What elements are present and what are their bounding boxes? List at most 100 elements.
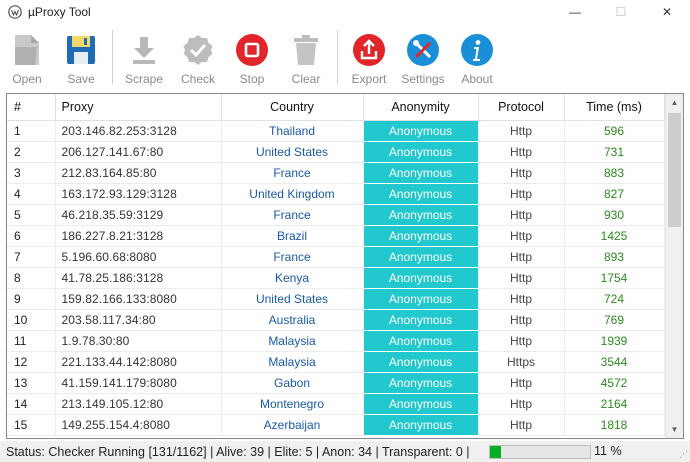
table-row[interactable]: 10 203.58.117.34:80 Australia Anonymous …: [7, 309, 665, 331]
toolbar-separator: [337, 30, 338, 84]
country-cell: Thailand: [221, 120, 364, 142]
export-button[interactable]: Export: [342, 26, 396, 86]
table-row[interactable]: 3 212.83.164.85:80 France Anonymous Http…: [7, 162, 665, 184]
table-row[interactable]: 12 221.133.44.142:8080 Malaysia Anonymou…: [7, 351, 665, 373]
protocol-cell: Http: [478, 330, 565, 352]
protocol-cell: Https: [478, 351, 565, 373]
scrape-label: Scrape: [124, 72, 164, 86]
table-row[interactable]: 15 149.255.154.4:8080 Azerbaijan Anonymo…: [7, 414, 665, 436]
time-cell: 769: [564, 309, 665, 331]
time-cell: 1818: [564, 414, 665, 436]
protocol-cell: Http: [478, 246, 565, 268]
resize-grip-icon[interactable]: ⋰: [679, 449, 688, 460]
status-bar: Status: Checker Running [131/1162] | Ali…: [0, 441, 690, 462]
proxy-table: # Proxy Country Anonymity Protocol Time …: [7, 94, 665, 436]
column-header-number[interactable]: #: [7, 94, 56, 121]
protocol-cell: Http: [478, 225, 565, 247]
about-button[interactable]: About: [450, 26, 504, 86]
protocol-cell: Http: [478, 267, 565, 289]
open-button[interactable]: Open: [0, 26, 54, 86]
column-header-anonymity[interactable]: Anonymity: [363, 94, 479, 121]
table-row[interactable]: 1 203.146.82.253:3128 Thailand Anonymous…: [7, 120, 665, 142]
proxy-address: 206.127.141.67:80: [55, 141, 222, 163]
protocol-cell: Http: [478, 393, 565, 415]
column-header-proxy[interactable]: Proxy: [55, 94, 222, 121]
wrench-screwdriver-icon: [407, 34, 439, 66]
scrape-button[interactable]: Scrape: [117, 26, 171, 86]
stop-icon: [236, 34, 268, 66]
proxy-address: 213.149.105.12:80: [55, 393, 222, 415]
table-row[interactable]: 9 159.82.166.133:8080 United States Anon…: [7, 288, 665, 310]
time-cell: 827: [564, 183, 665, 205]
protocol-cell: Http: [478, 120, 565, 142]
table-row[interactable]: 14 213.149.105.12:80 Montenegro Anonymou…: [7, 393, 665, 415]
time-cell: 1939: [564, 330, 665, 352]
minimize-button[interactable]: —: [552, 0, 598, 24]
scroll-up-arrow-icon[interactable]: ▲: [666, 94, 683, 111]
proxy-list-grid[interactable]: # Proxy Country Anonymity Protocol Time …: [6, 93, 684, 439]
download-arrow-icon: [133, 37, 155, 64]
anonymity-cell: Anonymous: [363, 162, 479, 184]
stop-button[interactable]: Stop: [225, 26, 279, 86]
country-cell: Gabon: [221, 372, 364, 394]
row-number: 3: [7, 162, 56, 184]
anonymity-cell: Anonymous: [363, 141, 479, 163]
save-button[interactable]: Save: [54, 26, 108, 86]
anonymity-cell: Anonymous: [363, 120, 479, 142]
country-cell: Malaysia: [221, 351, 364, 373]
protocol-cell: Http: [478, 372, 565, 394]
table-row[interactable]: 13 41.159.141.179:8080 Gabon Anonymous H…: [7, 372, 665, 394]
protocol-cell: Http: [478, 204, 565, 226]
row-number: 1: [7, 120, 56, 142]
table-header-row: # Proxy Country Anonymity Protocol Time …: [7, 94, 665, 121]
table-row[interactable]: 6 186.227.8.21:3128 Brazil Anonymous Htt…: [7, 225, 665, 247]
proxy-address: 221.133.44.142:8080: [55, 351, 222, 373]
country-cell: Azerbaijan: [221, 414, 364, 436]
vertical-scrollbar[interactable]: ▲ ▼: [665, 94, 683, 438]
close-button[interactable]: ✕: [644, 0, 690, 24]
protocol-cell: Http: [478, 309, 565, 331]
settings-button[interactable]: Settings: [396, 26, 450, 86]
country-cell: Kenya: [221, 267, 364, 289]
country-cell: United States: [221, 141, 364, 163]
clear-label: Clear: [291, 72, 321, 86]
protocol-cell: Http: [478, 183, 565, 205]
time-cell: 731: [564, 141, 665, 163]
country-cell: France: [221, 162, 364, 184]
clear-button[interactable]: Clear: [279, 26, 333, 86]
table-row[interactable]: 11 1.9.78.30:80 Malaysia Anonymous Http …: [7, 330, 665, 352]
row-number: 10: [7, 309, 56, 331]
proxy-address: 149.255.154.4:8080: [55, 414, 222, 436]
table-row[interactable]: 7 5.196.60.68:8080 France Anonymous Http…: [7, 246, 665, 268]
row-number: 2: [7, 141, 56, 163]
column-header-protocol[interactable]: Protocol: [478, 94, 565, 121]
table-row[interactable]: 4 163.172.93.129:3128 United Kingdom Ano…: [7, 183, 665, 205]
floppy-disk-icon: [67, 36, 95, 64]
stop-label: Stop: [239, 72, 265, 86]
row-number: 14: [7, 393, 56, 415]
column-header-country[interactable]: Country: [221, 94, 364, 121]
status-text: Status: Checker Running [131/1162] | Ali…: [6, 444, 470, 459]
table-row[interactable]: 2 206.127.141.67:80 United States Anonym…: [7, 141, 665, 163]
row-number: 11: [7, 330, 56, 352]
scroll-down-arrow-icon[interactable]: ▼: [666, 421, 683, 438]
proxy-address: 203.146.82.253:3128: [55, 120, 222, 142]
anonymity-cell: Anonymous: [363, 225, 479, 247]
time-cell: 930: [564, 204, 665, 226]
about-label: About: [461, 72, 493, 86]
time-cell: 724: [564, 288, 665, 310]
scrollbar-thumb[interactable]: [668, 113, 681, 227]
proxy-address: 46.218.35.59:3129: [55, 204, 222, 226]
check-label: Check: [180, 72, 215, 86]
proxy-address: 212.83.164.85:80: [55, 162, 222, 184]
proxy-address: 163.172.93.129:3128: [55, 183, 222, 205]
table-row[interactable]: 8 41.78.25.186:3128 Kenya Anonymous Http…: [7, 267, 665, 289]
check-button[interactable]: Check: [171, 26, 225, 86]
column-header-time[interactable]: Time (ms): [564, 94, 665, 121]
row-number: 4: [7, 183, 56, 205]
open-label: Open: [12, 72, 42, 86]
row-number: 7: [7, 246, 56, 268]
check-badge-icon: [183, 35, 213, 65]
table-row[interactable]: 5 46.218.35.59:3129 France Anonymous Htt…: [7, 204, 665, 226]
maximize-button[interactable]: ☐: [598, 0, 644, 24]
